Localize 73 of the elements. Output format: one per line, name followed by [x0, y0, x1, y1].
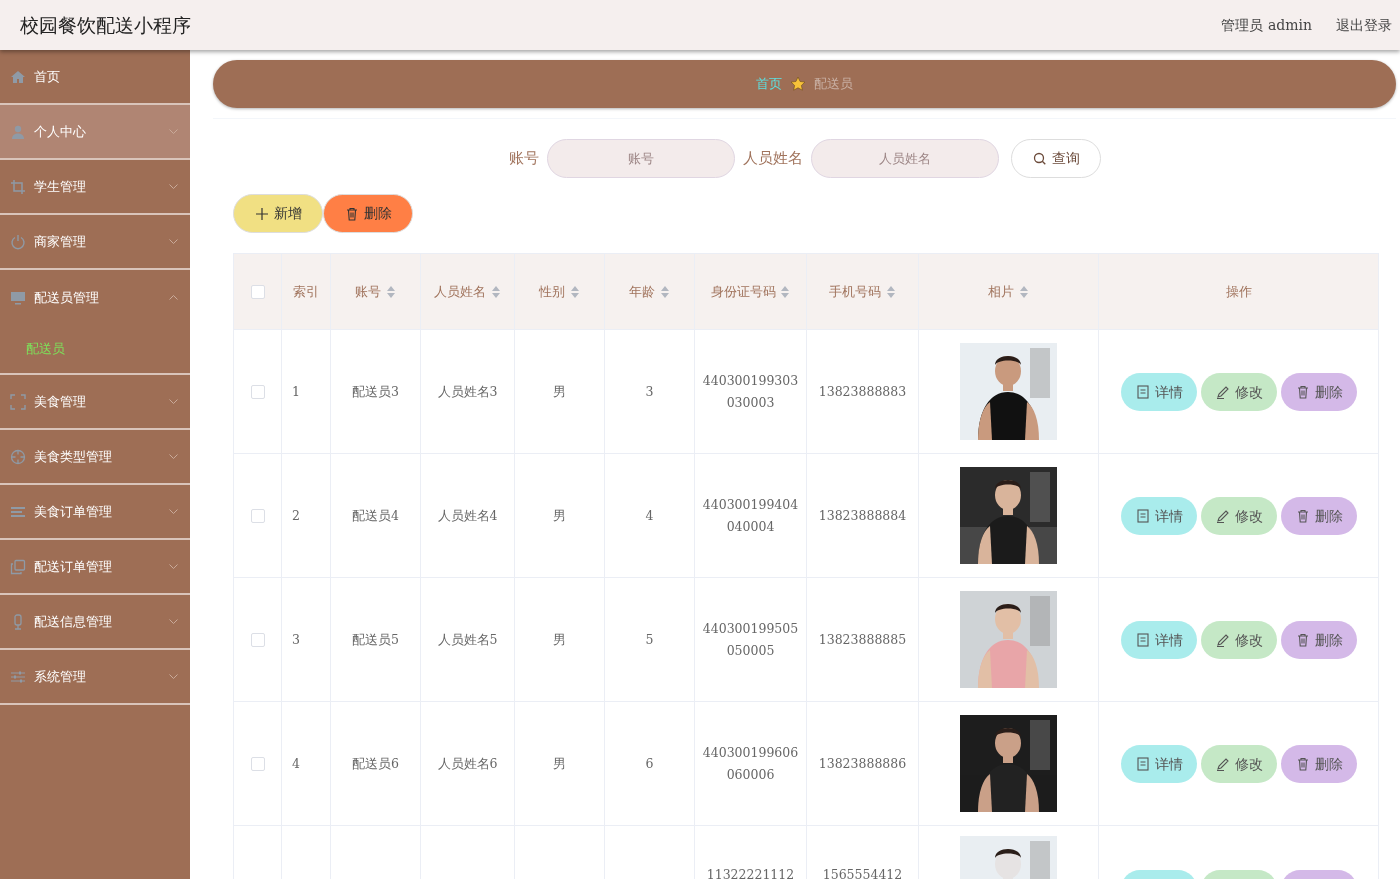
column-header[interactable]: 账号 [355, 283, 382, 299]
sidebar-item[interactable]: 配送员管理 [0, 270, 190, 325]
table-cell: 男 [553, 507, 566, 523]
table-cell: 440300199606060006 [702, 744, 799, 782]
table-cell: 440300199404040004 [702, 496, 799, 534]
table-cell: 440300199505050005 [702, 620, 799, 658]
sidebar-item[interactable]: 美食类型管理 [0, 430, 190, 485]
logout-link[interactable]: 退出登录 [1336, 14, 1392, 36]
detail-button[interactable]: 详情 [1120, 372, 1197, 411]
table-cell: 13823888883 [818, 383, 907, 399]
table-cell: 1 [292, 383, 300, 399]
table-cell: 人员姓名3 [437, 383, 498, 399]
search-field[interactable]: 账号 [546, 139, 735, 178]
detail-button[interactable]: 详情 [1120, 496, 1197, 535]
search-button[interactable]: 查询 [1010, 139, 1101, 178]
field-label: 人员姓名 [742, 148, 803, 170]
table-cell: 男 [553, 631, 566, 647]
table-cell: 男 [553, 383, 566, 399]
edit-button[interactable]: 修改 [1200, 372, 1277, 411]
sidebar-item[interactable]: 美食订单管理 [0, 485, 190, 540]
table-cell: 2 [292, 507, 300, 523]
user-label: 管理员 admin [1221, 15, 1312, 35]
table-cell: 3 [292, 631, 300, 647]
column-header[interactable]: 操作 [1225, 283, 1252, 299]
column-header[interactable]: 手机号码 [829, 283, 882, 299]
table-cell: 人员姓名6 [437, 755, 498, 771]
table-cell: 配送员3 [352, 383, 399, 399]
table-cell: 13823888886 [818, 755, 907, 771]
table-cell: 男 [553, 755, 566, 771]
breadcrumb-link[interactable]: 首页 [756, 74, 782, 94]
table-cell: 配送员4 [352, 507, 399, 523]
table-cell: 3 [645, 383, 654, 399]
table-cell: 4 [645, 507, 654, 523]
delete-button[interactable]: 删除 [1280, 620, 1357, 659]
table-cell: 440300199303030003 [702, 372, 799, 410]
sidebar-subitem[interactable]: 配送员 [0, 325, 190, 375]
sidebar-item[interactable]: 学生管理 [0, 160, 190, 215]
sidebar-item[interactable]: 配送信息管理 [0, 595, 190, 650]
delete-button[interactable]: 删除 [1280, 372, 1357, 411]
table-cell: 4 [292, 755, 300, 771]
sidebar-item[interactable]: 个人中心 [0, 105, 190, 160]
table-cell: 配送员6 [352, 755, 399, 771]
sidebar-item[interactable]: 美食管理 [0, 375, 190, 430]
detail-button[interactable]: 详情 [1120, 744, 1197, 783]
table-cell: 13823888884 [818, 507, 907, 523]
column-header[interactable]: 性别 [539, 283, 566, 299]
table-cell: 5 [645, 631, 654, 647]
app-title: 校园餐饮配送小程序 [20, 12, 191, 38]
edit-button[interactable]: 修改 [1200, 620, 1277, 659]
column-header[interactable]: 人员姓名 [434, 283, 487, 299]
search-field[interactable]: 人员姓名 [810, 139, 999, 178]
add-button[interactable]: 新增 [233, 194, 323, 233]
delete-button[interactable]: 删除 [1280, 496, 1357, 535]
column-header[interactable]: 身份证号码 [710, 283, 776, 299]
table-cell: 6 [645, 755, 654, 771]
table-cell: 人员姓名5 [437, 631, 498, 647]
table-cell: 11322221112 [706, 867, 795, 879]
table-cell: 配送员5 [352, 631, 399, 647]
table-cell: 人员姓名4 [437, 507, 498, 523]
edit-button[interactable]: 修改 [1200, 744, 1277, 783]
field-label: 账号 [508, 148, 539, 170]
sidebar-item[interactable]: 商家管理 [0, 215, 190, 270]
table-cell: 1565554412 [822, 867, 903, 879]
delete-button[interactable]: 删除 [1280, 744, 1357, 783]
edit-button[interactable]: 修改 [1200, 496, 1277, 535]
table-cell: 13823888885 [818, 631, 907, 647]
column-header[interactable]: 索引 [293, 283, 319, 299]
column-header[interactable]: 年龄 [629, 283, 656, 299]
column-header[interactable]: 相片 [988, 283, 1015, 299]
detail-button[interactable]: 详情 [1120, 620, 1197, 659]
delete-button[interactable]: 删除 [323, 194, 413, 233]
sidebar-item[interactable]: 系统管理 [0, 650, 190, 705]
sidebar-item[interactable]: 配送订单管理 [0, 540, 190, 595]
